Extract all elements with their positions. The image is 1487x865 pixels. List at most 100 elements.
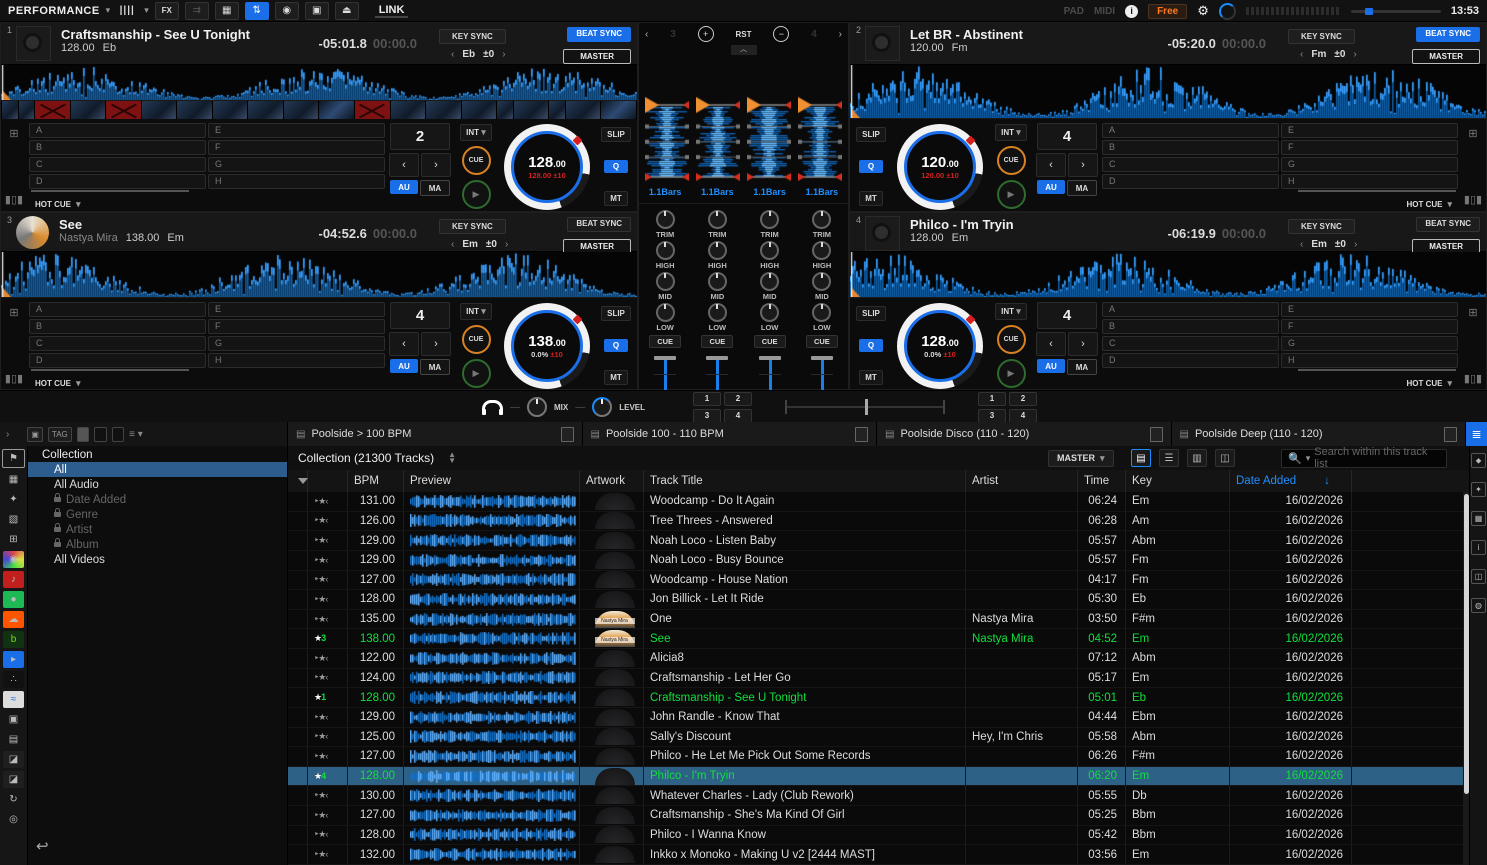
- column-preview[interactable]: Preview: [404, 470, 580, 492]
- list-options-icon[interactable]: ≡ ▾: [129, 429, 143, 440]
- hot-cue-pad-G[interactable]: G: [1281, 157, 1458, 172]
- deck-waveform[interactable]: [850, 252, 1486, 298]
- performance-mode-select[interactable]: PERFORMANCE: [8, 5, 100, 17]
- hot-cue-pad-F[interactable]: F: [208, 140, 385, 155]
- histories-icon[interactable]: ↻: [3, 791, 24, 808]
- cue-button[interactable]: CUE: [462, 325, 491, 354]
- beat-jump-back-button[interactable]: ‹: [389, 332, 419, 356]
- recordings-icon[interactable]: ◎: [3, 811, 24, 828]
- key-up-arrow[interactable]: ›: [502, 49, 505, 60]
- quantize-button[interactable]: Q: [604, 160, 628, 173]
- track-row-6[interactable]: ‣★‹128.00Jon Billick - Let It Ride05:30E…: [288, 590, 1470, 610]
- beat-jump-fwd-button[interactable]: ›: [1068, 153, 1098, 177]
- play-button[interactable]: ▶: [462, 359, 491, 388]
- cell-preview-waveform[interactable]: [410, 554, 576, 567]
- column-artist[interactable]: Artist: [966, 470, 1078, 492]
- master-tempo-button[interactable]: MT: [604, 370, 628, 385]
- hot-cue-pad-E[interactable]: E: [1281, 123, 1458, 138]
- tab-page-icon[interactable]: [561, 427, 574, 442]
- auto-button[interactable]: AU: [390, 359, 418, 373]
- master-deck-dropdown[interactable]: MASTER▾: [1048, 450, 1114, 467]
- int-mode-dropdown[interactable]: INT ▾: [995, 303, 1027, 320]
- trim-knob[interactable]: [812, 210, 831, 229]
- manual-button[interactable]: MA: [420, 180, 450, 196]
- trim-knob[interactable]: [656, 210, 675, 229]
- track-row-8[interactable]: ★3138.00SeeNastya Mira04:52Em16/02/2026: [288, 629, 1470, 649]
- zoom-in-icon[interactable]: +: [698, 26, 714, 42]
- hot-cue-mode-dropdown[interactable]: HOT CUE▾: [35, 378, 81, 389]
- chevron-down-icon[interactable]: ▾: [144, 5, 149, 16]
- high-knob[interactable]: [812, 241, 831, 260]
- sampler-icon[interactable]: ▧: [3, 511, 24, 528]
- assign-button-1[interactable]: 1: [693, 392, 721, 406]
- search-input[interactable]: 🔍 ▾ Search within this track list: [1281, 449, 1447, 468]
- two-pane-icon[interactable]: ◫: [1471, 569, 1486, 584]
- hot-cue-pad-H[interactable]: H: [208, 353, 385, 368]
- tree-root-collection[interactable]: Collection: [28, 448, 287, 462]
- low-knob[interactable]: [812, 303, 831, 322]
- auto-button[interactable]: AU: [390, 180, 418, 194]
- jog-wheel[interactable]: 120.00120.00 ±10: [897, 124, 983, 210]
- manual-button[interactable]: MA: [420, 359, 450, 375]
- cell-preview-waveform[interactable]: [410, 691, 576, 704]
- track-row-19[interactable]: ‣★‹132.00Inkko x Monoko - Making U v2 [2…: [288, 845, 1470, 865]
- beat-sync-button[interactable]: BEAT SYNC: [1416, 217, 1480, 232]
- tidal-icon[interactable]: ≈: [3, 691, 24, 708]
- int-mode-dropdown[interactable]: INT ▾: [995, 124, 1027, 141]
- quantize-button[interactable]: Q: [859, 339, 883, 352]
- track-row-14[interactable]: ‣★‹127.00Philco - He Let Me Pick Out Som…: [288, 747, 1470, 767]
- channel-cue-button[interactable]: CUE: [754, 335, 786, 348]
- track-row-1[interactable]: ‣★‹131.00Woodcamp - Do It Again06:24Em16…: [288, 492, 1470, 512]
- tab-page-icon[interactable]: [1150, 427, 1163, 442]
- prev-deck-arrow[interactable]: ‹: [645, 29, 648, 40]
- tag-filter-button[interactable]: TAG: [48, 427, 72, 442]
- beat-jump-back-button[interactable]: ‹: [1036, 332, 1066, 356]
- deck-layout-icon[interactable]: ||||: [116, 3, 138, 19]
- track-row-18[interactable]: ‣★‹128.00Philco - I Wanna Know05:42Bbm16…: [288, 826, 1470, 846]
- key-down-arrow[interactable]: ‹: [451, 49, 454, 60]
- cell-preview-waveform[interactable]: [410, 573, 576, 586]
- column-key[interactable]: Key: [1126, 470, 1230, 492]
- hot-cue-pad-D[interactable]: D: [1102, 353, 1279, 368]
- track-row-3[interactable]: ‣★‹129.00Noah Loco - Listen Baby05:57Abm…: [288, 531, 1470, 551]
- mixer-panel-button[interactable]: ⇅: [245, 2, 269, 20]
- cue-button[interactable]: CUE: [997, 146, 1026, 175]
- auto-button[interactable]: AU: [1037, 180, 1065, 194]
- link-button[interactable]: LINK: [375, 4, 409, 18]
- deck-waveform[interactable]: [850, 65, 1486, 119]
- color-filter-1[interactable]: [77, 427, 89, 442]
- hot-cue-pad-D[interactable]: D: [29, 174, 206, 189]
- soundcloud-icon[interactable]: ☁: [3, 611, 24, 628]
- high-knob[interactable]: [656, 241, 675, 260]
- hot-cue-pad-F[interactable]: F: [208, 319, 385, 334]
- tree-item-artist[interactable]: Artist: [28, 522, 287, 537]
- hot-cue-pad-G[interactable]: G: [1281, 336, 1458, 351]
- cell-preview-waveform[interactable]: [410, 652, 576, 665]
- cell-preview-waveform[interactable]: [410, 593, 576, 606]
- matching-icon[interactable]: ▦: [1471, 511, 1486, 526]
- color-filter-3[interactable]: [112, 427, 124, 442]
- cue-button[interactable]: CUE: [997, 325, 1026, 354]
- cell-preview-waveform[interactable]: [410, 514, 576, 527]
- assign-button-2[interactable]: 2: [724, 392, 752, 406]
- export-button[interactable]: ⏏: [335, 2, 359, 20]
- tab-page-icon[interactable]: [855, 427, 868, 442]
- collection-icon[interactable]: ⚑: [2, 449, 25, 468]
- key-sync-button[interactable]: KEY SYNC: [439, 219, 506, 234]
- pad-scrollbar[interactable]: [31, 369, 189, 371]
- slip-button[interactable]: SLIP: [856, 127, 886, 142]
- manual-button[interactable]: MA: [1067, 180, 1097, 196]
- trim-knob[interactable]: [760, 210, 779, 229]
- hot-cue-pad-B[interactable]: B: [29, 319, 206, 334]
- column-time[interactable]: Time: [1078, 470, 1126, 492]
- play-button[interactable]: ▶: [997, 359, 1026, 388]
- pad-view-icon[interactable]: ⊞: [1468, 306, 1477, 319]
- key-up-arrow[interactable]: ›: [1354, 239, 1357, 250]
- view-split-icon[interactable]: ◫: [1215, 449, 1235, 467]
- low-knob[interactable]: [656, 303, 675, 322]
- tree-item-all-videos[interactable]: All Videos: [28, 552, 287, 567]
- key-up-arrow[interactable]: ›: [1353, 49, 1356, 60]
- pad-scrollbar[interactable]: [1298, 190, 1456, 192]
- explorer-icon[interactable]: ▣: [3, 711, 24, 728]
- crossfader[interactable]: [785, 398, 945, 416]
